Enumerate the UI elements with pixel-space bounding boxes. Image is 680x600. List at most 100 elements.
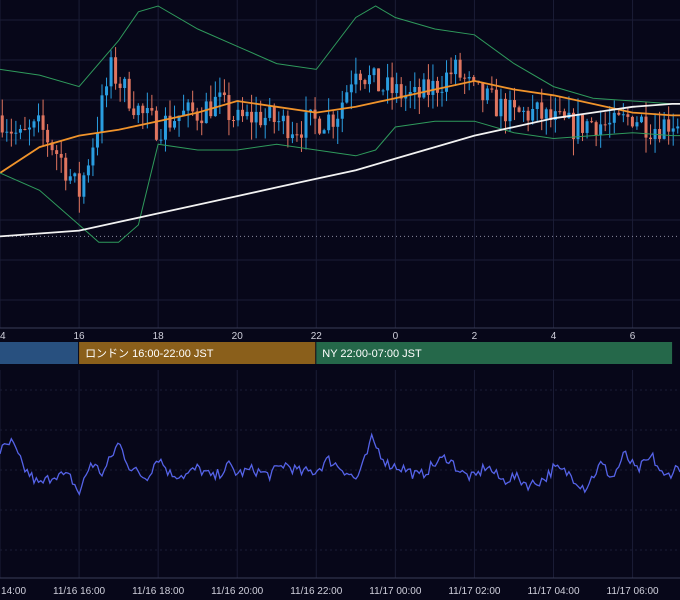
candle-down: [23, 128, 27, 130]
candle-up: [522, 110, 526, 112]
candle-up: [367, 75, 371, 85]
candle-up: [95, 132, 99, 148]
candle-up: [268, 106, 272, 118]
candle-up: [454, 59, 458, 75]
x-tick-label: 4: [551, 331, 557, 342]
candle-up: [395, 84, 399, 94]
candle-up: [340, 102, 344, 119]
candle-up: [336, 118, 340, 127]
candle-up: [254, 111, 258, 123]
candle-up: [73, 173, 77, 177]
candle-down: [241, 109, 245, 117]
candle-down: [617, 112, 621, 115]
candle-down: [55, 150, 59, 154]
x-tick-label: 16: [74, 331, 86, 342]
candle-down: [9, 131, 13, 134]
candle-down: [154, 110, 158, 140]
session-tokyo: [0, 342, 79, 364]
session-ny-label: NY 22:00-07:00 JST: [322, 348, 422, 360]
candle-up: [18, 128, 22, 133]
candle-down: [458, 59, 462, 78]
candle-up: [82, 175, 86, 197]
oscillator-x-axis: 11/16 14:00 11/16 16:00 11/16 18:00 11/16 2…: [0, 586, 659, 597]
candle-up: [381, 90, 385, 92]
candle-down: [590, 121, 594, 123]
candle-up: [277, 121, 281, 123]
candle-down: [191, 102, 195, 112]
candle-down: [46, 129, 50, 143]
candle-down: [449, 72, 453, 75]
candle-up: [327, 114, 331, 131]
candle-down: [626, 114, 630, 117]
candle-down: [426, 79, 430, 95]
candle-up: [612, 112, 616, 123]
candle-down: [363, 80, 367, 85]
candle-down: [64, 157, 68, 181]
candle-down: [318, 118, 322, 134]
candle-up: [304, 112, 308, 138]
candle-down: [390, 77, 394, 94]
x-tick-label: 11/16 22:00: [290, 586, 343, 597]
session-bar: ロンドン 16:00-22:00 JST NY 22:00-07:00 JST: [0, 342, 673, 364]
session-london-label: ロンドン 16:00-22:00 JST: [85, 348, 214, 360]
candle-down: [517, 107, 521, 112]
candle-down: [377, 68, 381, 92]
candle-up: [599, 124, 603, 136]
candle-up: [14, 132, 18, 134]
candle-down: [77, 173, 81, 197]
candle-down: [331, 114, 335, 127]
candle-up: [354, 73, 358, 85]
x-tick-label: 11/16 14:00: [0, 586, 26, 597]
candle-down: [503, 98, 507, 122]
candle-up: [290, 134, 294, 139]
candle-up: [5, 131, 9, 133]
x-tick-label: 6: [630, 331, 636, 342]
x-tick-label: 0: [393, 331, 399, 342]
candle-up: [676, 126, 680, 129]
x-tick-label: 11/16 20:00: [211, 586, 264, 597]
candle-down: [141, 105, 145, 114]
candle-down: [649, 137, 653, 140]
x-tick-label: 14: [0, 331, 6, 342]
x-tick-label: 2: [472, 331, 478, 342]
candle-down: [231, 120, 235, 122]
x-tick-label: 11/17 00:00: [369, 586, 422, 597]
candle-up: [32, 121, 36, 128]
candle-down: [494, 89, 498, 117]
candle-down: [222, 92, 226, 96]
candle-down: [358, 73, 362, 81]
candle-down: [272, 106, 276, 123]
candle-down: [603, 124, 607, 126]
candle-down: [658, 128, 662, 139]
candle-up: [27, 127, 31, 130]
candle-up: [245, 111, 249, 117]
candle-up: [372, 68, 376, 76]
candle-up: [349, 84, 353, 93]
candle-down: [59, 153, 63, 158]
candle-up: [635, 122, 639, 127]
candle-up: [662, 119, 666, 139]
candle-down: [299, 134, 303, 138]
candle-up: [621, 114, 625, 116]
candle-down: [227, 95, 231, 121]
candle-down: [644, 116, 648, 138]
chart-panel: 14 16 18 20 22 0 2 4 6 ロンドン 16:00-22:00 JST NY 22…: [0, 0, 680, 600]
candle-up: [445, 72, 449, 92]
candle-up: [413, 86, 417, 92]
candle-down: [463, 77, 467, 79]
x-tick-label: 11/17 02:00: [448, 586, 501, 597]
candle-up: [499, 98, 503, 117]
candle-down: [150, 108, 154, 111]
candle-up: [136, 105, 140, 116]
candle-up: [576, 114, 580, 140]
candle-up: [535, 102, 539, 109]
candle-down: [286, 115, 290, 139]
candle-up: [544, 109, 548, 119]
candle-down: [558, 111, 562, 113]
x-tick-label: 18: [153, 331, 165, 342]
candle-down: [481, 82, 485, 101]
candle-up: [485, 88, 489, 101]
candle-up: [204, 101, 208, 124]
candle-up: [531, 108, 535, 121]
candle-up: [236, 109, 240, 121]
